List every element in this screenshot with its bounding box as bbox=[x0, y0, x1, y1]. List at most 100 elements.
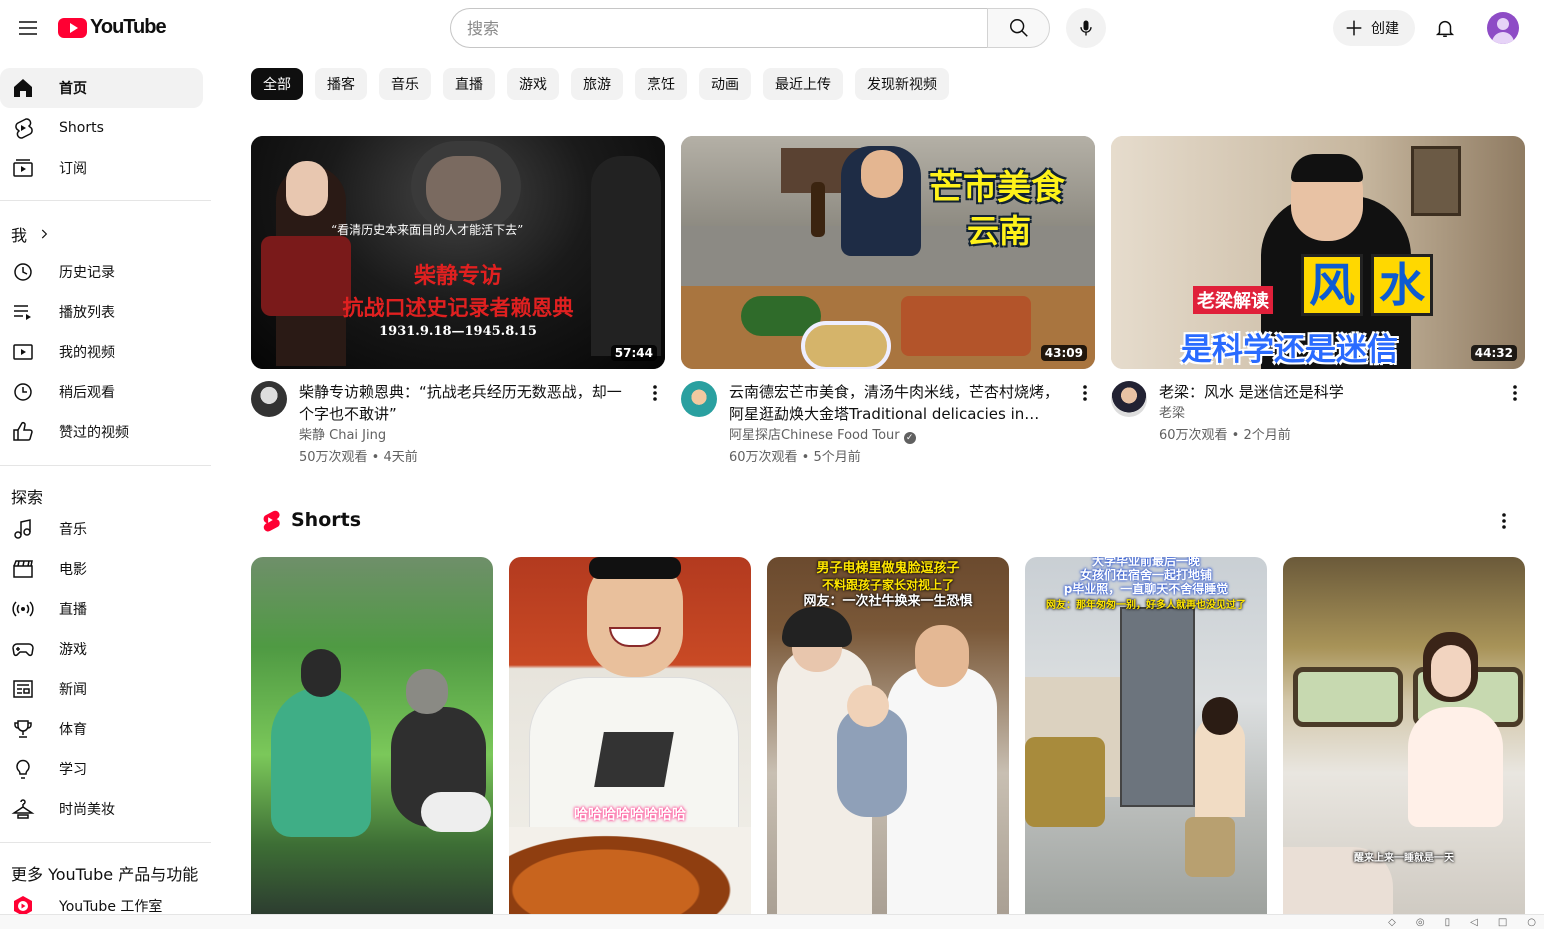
short-card[interactable]: 醒来上来一睡就是一天 bbox=[1283, 557, 1525, 917]
menu-button[interactable] bbox=[8, 8, 48, 48]
chip-live[interactable]: 直播 bbox=[443, 68, 495, 100]
thumbs-up-icon bbox=[11, 420, 35, 444]
short-caption: 醒来上来一睡就是一天 bbox=[1354, 853, 1454, 864]
chip-recently-uploaded[interactable]: 最近上传 bbox=[763, 68, 843, 100]
thumb-title-line2: 云南 bbox=[967, 212, 1032, 250]
sidebar-item-movies[interactable]: 电影 bbox=[0, 549, 203, 589]
voice-search-button[interactable] bbox=[1066, 8, 1106, 48]
sidebar-divider bbox=[0, 465, 211, 466]
sidebar-item-music[interactable]: 音乐 bbox=[0, 509, 203, 549]
video-title[interactable]: 柴静专访赖恩典：“抗战老兵经历无数恶战，却一个字也不敢讲” bbox=[299, 381, 635, 425]
video-menu-button[interactable] bbox=[1075, 381, 1095, 405]
sidebar-item-history[interactable]: 历史记录 bbox=[0, 252, 203, 292]
sidebar-item-shorts[interactable]: Shorts bbox=[0, 108, 203, 148]
video-card[interactable]: “看清历史本来面目的人才能活下去” 柴静专访 抗战口述史记录者赖恩典 1931.… bbox=[251, 136, 665, 469]
hanger-icon bbox=[11, 797, 35, 821]
search-input[interactable] bbox=[450, 8, 987, 48]
chip-new-to-you[interactable]: 发现新视频 bbox=[855, 68, 949, 100]
logo-text: YouTube bbox=[90, 16, 167, 38]
video-thumbnail[interactable]: “看清历史本来面目的人才能活下去” 柴静专访 抗战口述史记录者赖恩典 1931.… bbox=[251, 136, 665, 369]
sidebar-item-your-videos[interactable]: 我的视频 bbox=[0, 332, 203, 372]
tray-icon[interactable]: □ bbox=[1498, 917, 1507, 928]
short-card[interactable]: 哈哈哈哈哈哈哈哈 bbox=[509, 557, 751, 917]
chip-cooking[interactable]: 烹饪 bbox=[635, 68, 687, 100]
chip-podcasts[interactable]: 播客 bbox=[315, 68, 367, 100]
chip-music[interactable]: 音乐 bbox=[379, 68, 431, 100]
sidebar-divider bbox=[0, 842, 211, 843]
video-card[interactable]: 老梁解读 风 水 是科学还是迷信 44:32 老梁：风水 是迷信还是科学 老梁 … bbox=[1111, 136, 1525, 447]
search-icon bbox=[1009, 19, 1028, 37]
sidebar-item-playlists[interactable]: 播放列表 bbox=[0, 292, 203, 332]
channel-name[interactable]: 柴静 Chai Jing bbox=[299, 425, 635, 447]
clapperboard-icon bbox=[11, 557, 35, 581]
channel-name[interactable]: 老梁 bbox=[1159, 403, 1495, 425]
short-card[interactable]: 大学毕业前最后一晚 女孩们在宿舍一起打地铺 p毕业照，一直聊天不舍得睡觉 网友：… bbox=[1025, 557, 1267, 917]
shorts-menu-button[interactable] bbox=[1494, 508, 1514, 534]
video-menu-button[interactable] bbox=[1505, 381, 1525, 405]
chip-all[interactable]: 全部 bbox=[251, 68, 303, 100]
sidebar-item-watch-later[interactable]: 稍后观看 bbox=[0, 372, 203, 412]
tray-icon[interactable]: ◇ bbox=[1388, 917, 1396, 928]
notifications-button[interactable] bbox=[1425, 8, 1465, 48]
video-thumbnail[interactable]: 老梁解读 风 水 是科学还是迷信 44:32 bbox=[1111, 136, 1525, 369]
sidebar-item-gaming[interactable]: 游戏 bbox=[0, 629, 203, 669]
sidebar-item-liked[interactable]: 赞过的视频 bbox=[0, 412, 203, 452]
create-button[interactable]: 创建 bbox=[1333, 10, 1415, 46]
top-bar: YouTube 创建 bbox=[0, 0, 1544, 56]
sidebar-item-sports[interactable]: 体育 bbox=[0, 709, 203, 749]
sidebar-item-subscriptions[interactable]: 订阅 bbox=[0, 148, 203, 188]
tray-icon[interactable]: ○ bbox=[1527, 917, 1536, 928]
sidebar-item-label: 直播 bbox=[59, 602, 87, 618]
chip-animation[interactable]: 动画 bbox=[699, 68, 751, 100]
short-card[interactable]: 男子电梯里做鬼脸逗孩子 不料跟孩子家长对视上了 网友：一次社牛换来一生恐惧 bbox=[767, 557, 1009, 917]
video-title[interactable]: 云南德宏芒市美食，清汤牛肉米线，芒杏村烧烤，阿星逛勐焕大金塔Traditiona… bbox=[729, 381, 1065, 425]
channel-avatar[interactable] bbox=[251, 381, 287, 417]
thumb-badge: 老梁解读 bbox=[1193, 286, 1273, 314]
video-card[interactable]: 芒市美食 云南 43:09 云南德宏芒市美食，清汤牛肉米线，芒杏村烧烤，阿星逛勐… bbox=[681, 136, 1095, 469]
sidebar-item-news[interactable]: 新闻 bbox=[0, 669, 203, 709]
thumb-big-char-2: 水 bbox=[1371, 254, 1433, 316]
sidebar-item-home[interactable]: 首页 bbox=[0, 68, 203, 108]
more-vertical-icon bbox=[1083, 385, 1087, 401]
video-menu-button[interactable] bbox=[645, 381, 665, 405]
hamburger-icon bbox=[19, 21, 37, 35]
filter-chips: 全部 播客 音乐 直播 游戏 旅游 烹饪 动画 最近上传 发现新视频 bbox=[251, 68, 949, 100]
chip-gaming[interactable]: 游戏 bbox=[507, 68, 559, 100]
more-vertical-icon bbox=[1513, 385, 1517, 401]
sidebar-more-heading: 更多 YouTube 产品与功能 bbox=[11, 861, 198, 885]
sidebar-item-live[interactable]: 直播 bbox=[0, 589, 203, 629]
channel-name[interactable]: 阿星探店Chinese Food Tour bbox=[729, 428, 900, 443]
sidebar-item-label: 订阅 bbox=[59, 161, 87, 177]
status-bar: ◇ ◎ ▯ ◁ □ ○ bbox=[0, 914, 1544, 929]
channel-avatar[interactable] bbox=[681, 381, 717, 417]
video-title[interactable]: 老梁：风水 是迷信还是科学 bbox=[1159, 381, 1495, 403]
more-vertical-icon bbox=[653, 385, 657, 401]
sidebar-item-learning[interactable]: 学习 bbox=[0, 749, 203, 789]
account-avatar[interactable] bbox=[1487, 12, 1519, 44]
search-button[interactable] bbox=[987, 8, 1050, 48]
tray-icon[interactable]: ◎ bbox=[1416, 917, 1425, 928]
sidebar-you-heading[interactable]: 我 bbox=[11, 222, 51, 246]
tray-icon[interactable]: ◁ bbox=[1470, 917, 1478, 928]
video-duration: 44:32 bbox=[1470, 345, 1517, 361]
youtube-logo[interactable]: YouTube bbox=[58, 16, 167, 39]
explore-heading-label: 探索 bbox=[11, 488, 44, 507]
video-thumbnail[interactable]: 芒市美食 云南 43:09 bbox=[681, 136, 1095, 369]
trophy-icon bbox=[11, 717, 35, 741]
short-card[interactable] bbox=[251, 557, 493, 917]
sidebar-item-label: 赞过的视频 bbox=[59, 425, 129, 441]
live-icon bbox=[11, 597, 35, 621]
plus-icon bbox=[1346, 20, 1362, 36]
sidebar-item-label: Shorts bbox=[59, 120, 104, 136]
short-caption: 不料跟孩子家长对视上了 bbox=[821, 578, 954, 592]
short-caption: 男子电梯里做鬼脸逗孩子 bbox=[816, 561, 960, 576]
short-caption: p毕业照，一直聊天不舍得睡觉 bbox=[1063, 582, 1229, 596]
chip-travel[interactable]: 旅游 bbox=[571, 68, 623, 100]
tray-icon[interactable]: ▯ bbox=[1445, 917, 1451, 928]
channel-name-row: 阿星探店Chinese Food Tour ✓ bbox=[729, 425, 1065, 447]
channel-avatar[interactable] bbox=[1111, 381, 1147, 417]
sidebar-item-label: 稍后观看 bbox=[59, 385, 115, 401]
more-heading-label: 更多 YouTube 产品与功能 bbox=[11, 865, 199, 884]
sidebar-item-fashion[interactable]: 时尚美妆 bbox=[0, 789, 203, 829]
thumb-big-char-1: 风 bbox=[1301, 254, 1363, 316]
